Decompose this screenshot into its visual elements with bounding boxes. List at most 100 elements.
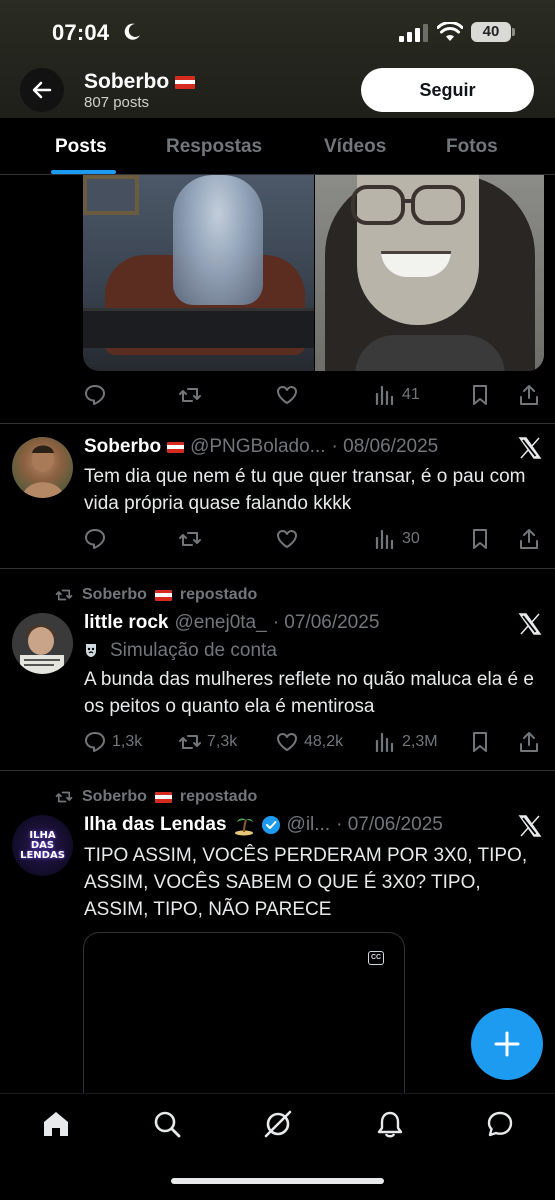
tweet-header: little rock @enej0ta_ · 07/06/2025 bbox=[84, 612, 379, 634]
bookmark-icon bbox=[473, 385, 487, 405]
profile-header: 07:04 40 Soberbo 807 posts Seguir Posts … bbox=[0, 0, 555, 175]
media-image-right[interactable] bbox=[315, 175, 544, 371]
theater-mask-icon bbox=[86, 644, 96, 657]
share-icon bbox=[520, 529, 538, 549]
tweet-text: A bunda das mulheres reflete no quão mal… bbox=[84, 669, 534, 717]
tweet-date: · 08/06/2025 bbox=[331, 436, 439, 457]
tab-posts[interactable]: Posts bbox=[55, 136, 107, 158]
tweet-date: · 07/06/2025 bbox=[336, 814, 443, 835]
tweet-divider bbox=[0, 568, 555, 569]
home-icon[interactable] bbox=[41, 1109, 71, 1139]
repost-icon bbox=[179, 735, 201, 749]
tweet-text: TIPO ASSIM, VOCÊS PERDERAM POR 3X0, TIPO… bbox=[84, 845, 528, 920]
reposter-name[interactable]: Soberbo bbox=[82, 586, 147, 604]
author-name[interactable]: Soberbo bbox=[84, 436, 161, 458]
share-button[interactable] bbox=[517, 524, 541, 554]
views-count: 2,3M bbox=[402, 733, 438, 750]
glasses-shape bbox=[351, 185, 465, 225]
search-icon[interactable] bbox=[152, 1109, 182, 1139]
views-icon bbox=[375, 732, 394, 753]
back-button[interactable] bbox=[20, 68, 64, 112]
home-indicator[interactable] bbox=[171, 1178, 384, 1184]
repost-suffix: repostado bbox=[179, 586, 258, 603]
skeleton-figure bbox=[173, 175, 263, 305]
repost-icon bbox=[55, 791, 73, 803]
follow-button[interactable]: Seguir bbox=[361, 68, 534, 112]
tweet-media[interactable] bbox=[83, 175, 544, 371]
reply-icon bbox=[85, 732, 105, 752]
views-button[interactable]: 2,3M bbox=[373, 727, 438, 757]
x-logo-icon[interactable] bbox=[518, 612, 542, 636]
profile-tabs: Posts Respostas Vídeos Fotos bbox=[0, 118, 555, 175]
repost-count: 7,3k bbox=[207, 733, 238, 750]
active-tab-indicator bbox=[51, 170, 116, 174]
reply-button[interactable] bbox=[83, 380, 107, 410]
avatar-photo bbox=[12, 613, 73, 674]
plus-icon bbox=[494, 1031, 520, 1057]
tweet-divider bbox=[0, 770, 555, 771]
closed-captions-icon[interactable]: CC bbox=[368, 951, 384, 965]
battery-indicator: 40 bbox=[471, 22, 511, 42]
flag-icon bbox=[154, 589, 172, 601]
x-logo-icon[interactable] bbox=[518, 814, 542, 838]
views-button[interactable]: 30 bbox=[373, 524, 420, 554]
bookmark-button[interactable] bbox=[468, 380, 492, 410]
moon-icon bbox=[124, 23, 140, 40]
repost-indicator: Soberbo repostado bbox=[54, 788, 257, 806]
tweet-actions: 30 bbox=[83, 524, 543, 554]
arrow-left-icon bbox=[32, 81, 52, 99]
bookmark-button[interactable] bbox=[468, 727, 492, 757]
tab-respostas[interactable]: Respostas bbox=[166, 136, 262, 158]
screen-shape bbox=[83, 308, 314, 348]
bookmark-button[interactable] bbox=[468, 524, 492, 554]
repost-button[interactable] bbox=[178, 524, 202, 554]
repost-button[interactable] bbox=[178, 380, 202, 410]
media-image-left[interactable] bbox=[83, 175, 314, 371]
tab-videos[interactable]: Vídeos bbox=[324, 136, 386, 158]
views-button[interactable]: 41 bbox=[373, 380, 420, 410]
author-handle[interactable]: @enej0ta_ bbox=[174, 612, 266, 634]
repost-icon bbox=[179, 532, 201, 546]
avatar-photo bbox=[22, 445, 64, 498]
verified-badge-icon bbox=[261, 816, 280, 834]
messages-icon[interactable] bbox=[485, 1109, 515, 1139]
like-button[interactable]: 48,2k bbox=[275, 727, 343, 757]
avatar-logo-text: ILHA DAS LENDAS bbox=[20, 829, 65, 861]
author-handle[interactable]: @PNGBolado... bbox=[190, 436, 325, 458]
reply-button[interactable]: 1,3k bbox=[83, 727, 142, 757]
avatar[interactable]: ILHA DAS LENDAS bbox=[12, 815, 73, 876]
compose-button[interactable] bbox=[471, 1008, 543, 1080]
views-icon bbox=[375, 385, 394, 406]
reply-count: 1,3k bbox=[112, 733, 143, 750]
avatar[interactable] bbox=[12, 613, 73, 674]
reply-button[interactable] bbox=[83, 524, 107, 554]
reply-icon bbox=[85, 529, 105, 549]
video-player[interactable]: CC bbox=[83, 932, 405, 1102]
author-handle[interactable]: @il... bbox=[287, 814, 331, 836]
bookmark-icon bbox=[473, 529, 487, 549]
x-logo-icon[interactable] bbox=[518, 436, 542, 460]
tab-fotos[interactable]: Fotos bbox=[446, 136, 498, 158]
bookmark-icon bbox=[473, 732, 487, 752]
avatar[interactable] bbox=[12, 437, 73, 498]
reposter-name[interactable]: Soberbo bbox=[82, 788, 147, 806]
like-button[interactable] bbox=[275, 380, 299, 410]
tweet-header: Soberbo @PNGBolado... · 08/06/2025 bbox=[84, 436, 438, 458]
share-button[interactable] bbox=[517, 727, 541, 757]
bell-icon[interactable] bbox=[375, 1109, 405, 1139]
repost-button[interactable]: 7,3k bbox=[178, 727, 237, 757]
like-button[interactable] bbox=[275, 524, 299, 554]
flag-icon bbox=[175, 75, 196, 89]
heart-icon bbox=[277, 733, 297, 751]
author-name[interactable]: little rock bbox=[84, 612, 168, 634]
picture-frame bbox=[83, 175, 139, 215]
share-button[interactable] bbox=[517, 380, 541, 410]
author-name[interactable]: Ilha das Lendas bbox=[84, 814, 227, 836]
signal-icon bbox=[399, 24, 428, 42]
heart-icon bbox=[277, 530, 297, 548]
grok-icon[interactable] bbox=[263, 1109, 293, 1139]
parody-label: Simulação de conta bbox=[84, 640, 277, 662]
repost-icon bbox=[179, 388, 201, 402]
tweet-divider bbox=[0, 423, 555, 424]
views-count: 41 bbox=[402, 386, 420, 403]
